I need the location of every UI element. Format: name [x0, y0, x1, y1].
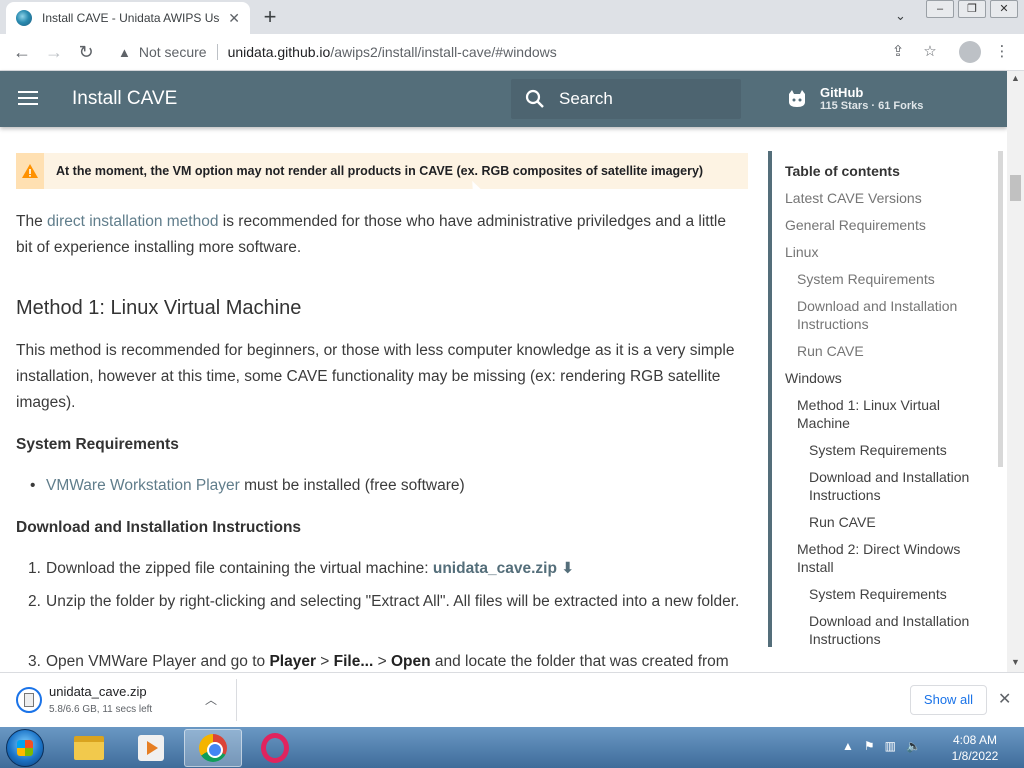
not-secure-label: Not secure — [138, 44, 207, 60]
chrome-icon — [199, 734, 227, 762]
browser-tab-active[interactable]: Install CAVE - Unidata AWIPS User Manual… — [6, 2, 250, 34]
close-download-bar-icon[interactable]: ✕ — [998, 689, 1011, 709]
windows-taskbar: ▲ ⚑ ▥ 🔈 4:08 AM 1/8/2022 — [0, 727, 1024, 768]
github-repo-link[interactable]: GitHub 115 Stars · 61 Forks — [786, 85, 923, 112]
start-button[interactable] — [6, 729, 44, 767]
github-icon — [789, 89, 805, 107]
toc-item[interactable]: Method 1: Linux Virtual Machine — [797, 396, 967, 432]
site-favicon-icon — [16, 10, 32, 26]
browser-toolbar: ← → ↻ ▲ Not secure unidata.github.io/awi… — [0, 34, 1024, 71]
restore-window-button[interactable]: ❐ — [958, 0, 986, 18]
download-bar: unidata_cave.zip 5.8/6.6 GB, 11 secs lef… — [0, 672, 1024, 727]
tab-title: Install CAVE - Unidata AWIPS User Manual — [42, 11, 220, 25]
toc-item[interactable]: Latest CAVE Versions — [785, 189, 922, 207]
action-center-flag-icon[interactable]: ⚑ — [864, 739, 875, 753]
toc-item[interactable]: General Requirements — [785, 216, 926, 234]
toc-item[interactable]: System Requirements — [809, 441, 947, 459]
new-tab-button[interactable]: + — [258, 4, 282, 30]
vmware-player-link[interactable]: VMWare Workstation Player — [46, 477, 240, 494]
chrome-taskbar-button[interactable] — [184, 729, 242, 767]
scroll-up-icon[interactable]: ▲ — [1011, 73, 1020, 83]
list-item: 3. Open VMWare Player and go to Player > … — [28, 653, 729, 670]
system-tray: ▲ ⚑ ▥ 🔈 — [842, 739, 931, 753]
not-secure-warning-icon[interactable]: ▲ — [118, 45, 131, 60]
profile-avatar-icon[interactable] — [959, 41, 981, 63]
search-icon — [525, 89, 544, 108]
folder-icon — [74, 736, 104, 760]
method1-paragraph: This method is recommended for beginners… — [16, 342, 735, 411]
zip-file-icon[interactable] — [16, 687, 42, 713]
unidata-cave-zip-link[interactable]: unidata_cave.zip — [433, 560, 557, 577]
url-text[interactable]: unidata.github.io/awips2/install/install… — [228, 44, 557, 60]
reload-icon[interactable]: ↻ — [74, 40, 98, 64]
system-requirements-heading: System Requirements — [16, 436, 179, 453]
download-filename[interactable]: unidata_cave.zip — [49, 684, 147, 699]
intro-paragraph: The direct installation method is recomm… — [16, 213, 726, 256]
toc-title: Table of contents — [785, 163, 900, 179]
close-tab-icon[interactable]: ✕ — [228, 10, 240, 27]
opera-icon — [261, 733, 289, 763]
page-scrollbar-thumb[interactable] — [1010, 175, 1021, 201]
search-placeholder: Search — [559, 89, 613, 108]
address-bar[interactable]: ▲ Not secure unidata.github.io/awips2/in… — [104, 38, 880, 66]
main-content: At the moment, the VM option may not ren… — [0, 127, 760, 672]
show-all-button[interactable]: Show all — [910, 685, 987, 715]
table-of-contents: Table of contents Latest CAVE Versions G… — [768, 151, 1000, 647]
browser-menu-icon[interactable]: ⋮ — [990, 40, 1014, 64]
toc-scrollbar[interactable] — [998, 151, 1003, 467]
download-options-chevron-icon[interactable]: ︿ — [205, 691, 217, 708]
toc-item[interactable]: System Requirements — [809, 585, 947, 603]
site-header: Install CAVE Search GitHub 115 Stars · 6… — [0, 71, 1007, 127]
scroll-down-icon[interactable]: ▼ — [1011, 657, 1020, 667]
page-scrollbar[interactable]: ▲ ▼ — [1007, 71, 1024, 672]
minimize-window-button[interactable]: – — [926, 0, 954, 18]
close-window-button[interactable]: ✕ — [990, 0, 1018, 18]
toc-item[interactable]: Run CAVE — [797, 342, 864, 360]
toc-item[interactable]: System Requirements — [797, 270, 935, 288]
volume-icon[interactable]: 🔈 — [906, 739, 921, 753]
opera-taskbar-button[interactable] — [246, 729, 304, 767]
download-icon[interactable]: ⬇ — [561, 560, 574, 577]
warning-text: At the moment, the VM option may not ren… — [56, 164, 704, 178]
tab-search-chevron-icon[interactable]: ⌄ — [895, 8, 906, 24]
toc-item[interactable]: Download and Installation Instructions — [797, 297, 977, 333]
github-stats: 115 Stars · 61 Forks — [820, 100, 924, 112]
bookmark-star-icon[interactable]: ☆ — [918, 40, 942, 64]
warning-triangle-icon — [22, 164, 38, 178]
windows-logo-icon — [17, 740, 33, 756]
github-name: GitHub — [820, 85, 864, 100]
toc-item[interactable]: Run CAVE — [809, 513, 876, 531]
show-hidden-icons-icon[interactable]: ▲ — [842, 739, 854, 753]
download-status: 5.8/6.6 GB, 11 secs left — [49, 704, 153, 715]
media-player-taskbar-button[interactable] — [122, 729, 180, 767]
toc-item[interactable]: Linux — [785, 243, 818, 261]
share-icon[interactable]: ⇪ — [886, 40, 910, 64]
toc-item[interactable]: Download and Installation Instructions — [809, 468, 984, 504]
media-player-icon — [138, 735, 164, 761]
list-item: 2. Unzip the folder by right-clicking and… — [28, 593, 740, 610]
toc-item[interactable]: Method 2: Direct Windows Install — [797, 540, 977, 576]
back-arrow-icon[interactable]: ← — [10, 40, 34, 64]
download-instructions-heading: Download and Installation Instructions — [16, 519, 302, 536]
list-item: • VMWare Workstation Player must be insta… — [30, 477, 465, 494]
warning-admonition: At the moment, the VM option may not ren… — [16, 153, 748, 189]
method1-heading: Method 1: Linux Virtual Machine — [16, 297, 302, 319]
tab-strip: Install CAVE - Unidata AWIPS User Manual… — [0, 0, 1024, 34]
search-input[interactable]: Search — [511, 79, 741, 119]
forward-arrow-icon[interactable]: → — [42, 40, 66, 64]
toc-item-active[interactable]: Windows — [785, 369, 842, 387]
page-title: Install CAVE — [72, 88, 178, 109]
list-item: 1. Download the zipped file containing th… — [28, 560, 575, 577]
direct-installation-link[interactable]: direct installation method — [47, 213, 218, 230]
file-explorer-taskbar-button[interactable] — [60, 729, 118, 767]
taskbar-clock[interactable]: 4:08 AM 1/8/2022 — [940, 732, 1010, 764]
network-icon[interactable]: ▥ — [885, 739, 896, 753]
menu-hamburger-icon[interactable] — [18, 91, 38, 109]
toc-item[interactable]: Download and Installation Instructions — [809, 612, 984, 647]
